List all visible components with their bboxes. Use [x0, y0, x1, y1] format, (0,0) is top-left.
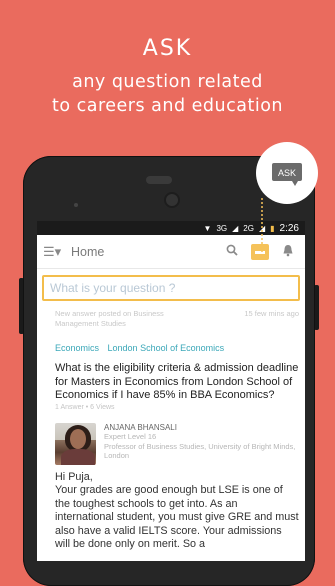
answer-content: Your grades are good enough but LSE is o…: [55, 484, 299, 550]
promo-title: ASK: [142, 36, 193, 61]
phone-camera: [164, 192, 180, 208]
answer-text: Hi Puja, Your grades are good enough but…: [55, 471, 299, 552]
answerer-level: Expert Level 16: [104, 432, 157, 441]
tag-lse[interactable]: London School of Economics: [108, 343, 225, 353]
activity-row: New answer posted on Business Management…: [55, 309, 299, 329]
ask-callout: ASK: [256, 142, 318, 252]
feed-item[interactable]: New answer posted on Business Management…: [37, 301, 305, 552]
menu-icon[interactable]: ☰▾: [43, 244, 61, 259]
question-title[interactable]: What is the eligibility criteria & admis…: [55, 362, 299, 403]
question-placeholder: What is your question ?: [50, 281, 176, 295]
tag-economics[interactable]: Economics: [55, 343, 99, 353]
answerer-name[interactable]: ANJANA BHANSALI: [104, 423, 299, 433]
phone-sensor: [74, 203, 78, 207]
promo-subtitle-line1: any question related: [72, 72, 263, 92]
phone-screen: ▼ 3G ◢ 2G ◢ ▮ 2:26 ☰▾ Home ▬ What is you…: [37, 221, 305, 561]
time-ago: 15 few mins ago: [244, 309, 299, 318]
promo-subtitle-line2: to careers and education: [51, 96, 283, 116]
avatar[interactable]: [55, 422, 97, 465]
answerer-designation: Professor of Business Studies, Universit…: [104, 441, 296, 461]
wifi-icon: ▼: [203, 223, 212, 233]
callout-label: ASK: [278, 168, 296, 178]
activity-text: New answer posted on Business Management…: [55, 309, 164, 328]
answerer-info: ANJANA BHANSALI Expert Level 16 Professo…: [104, 423, 299, 465]
phone-speaker: [146, 176, 172, 184]
home-title: Home: [71, 244, 105, 259]
signal-label-3g: 3G: [216, 223, 228, 233]
tag-list: Economics London School of Economics: [55, 343, 299, 353]
answerer-header: ANJANA BHANSALI Expert Level 16 Professo…: [55, 422, 299, 465]
signal-icon: ◢: [232, 223, 239, 233]
question-stats: 1 Answer • 6 Views: [55, 403, 115, 411]
question-input[interactable]: What is your question ?: [42, 275, 300, 301]
answer-greeting: Hi Puja,: [55, 470, 93, 483]
